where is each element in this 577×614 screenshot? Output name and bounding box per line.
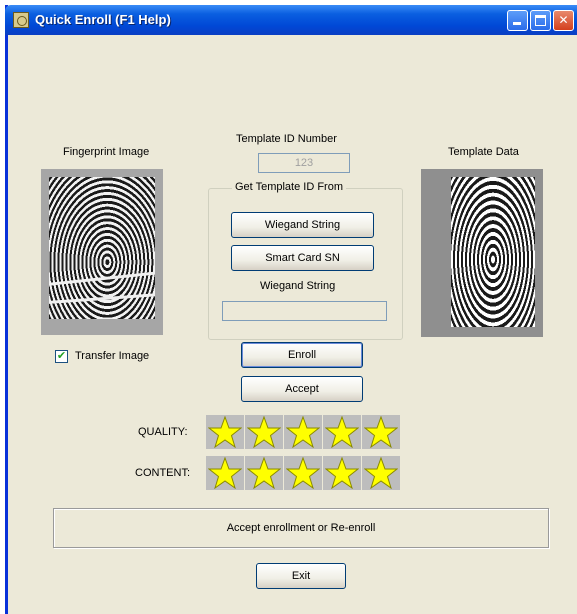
minimize-button[interactable] [507, 10, 528, 31]
accept-button[interactable]: Accept [241, 376, 363, 402]
content-label: CONTENT: [135, 467, 190, 479]
maximize-button[interactable] [530, 10, 551, 31]
template-id-source-title: Get Template ID From [232, 181, 346, 193]
quick-enroll-window: Quick Enroll (F1 Help) ✕ Fingerprint Ima… [5, 5, 577, 614]
status-message: Accept enrollment or Re-enroll [226, 522, 376, 534]
quality-label: QUALITY: [138, 426, 188, 438]
quality-star-icon [245, 415, 283, 449]
fingerprint-crease [49, 292, 155, 305]
wiegand-string-field[interactable] [222, 301, 387, 321]
fingerprint-image [49, 177, 155, 319]
content-star-icon [206, 456, 244, 490]
fingerprint-image-label: Fingerprint Image [63, 146, 150, 158]
close-icon: ✕ [558, 13, 569, 27]
quality-rating [206, 415, 401, 449]
exit-button[interactable]: Exit [256, 563, 346, 589]
status-box: Accept enrollment or Re-enroll [53, 508, 549, 548]
minimize-icon [513, 22, 521, 25]
content-star-icon [323, 456, 361, 490]
wiegand-string-button[interactable]: Wiegand String [231, 212, 374, 238]
fingerprint-image-frame [41, 169, 163, 335]
app-icon [13, 12, 29, 28]
quality-star-icon [362, 415, 400, 449]
content-star-icon [245, 456, 283, 490]
close-button[interactable]: ✕ [553, 10, 574, 31]
title-bar[interactable]: Quick Enroll (F1 Help) ✕ [5, 5, 577, 35]
content-star-icon [362, 456, 400, 490]
template-data-image [451, 177, 535, 327]
quality-star-icon [284, 415, 322, 449]
transfer-image-checkbox[interactable]: ✔ [55, 350, 68, 363]
template-data-frame [421, 169, 543, 337]
quality-star-icon [323, 415, 361, 449]
template-data-label: Template Data [448, 146, 519, 158]
enroll-button[interactable]: Enroll [241, 342, 363, 368]
maximize-icon [535, 15, 546, 26]
window-title: Quick Enroll (F1 Help) [35, 12, 171, 27]
fingerprint-crease [49, 270, 155, 287]
content-star-icon [284, 456, 322, 490]
smart-card-sn-button[interactable]: Smart Card SN [231, 245, 374, 271]
quality-star-icon [206, 415, 244, 449]
template-id-label: Template ID Number [236, 133, 337, 145]
template-id-field[interactable]: 123 [258, 153, 350, 173]
wiegand-string-label: Wiegand String [260, 280, 336, 292]
content-rating [206, 456, 401, 490]
transfer-image-label: Transfer Image [75, 350, 150, 362]
